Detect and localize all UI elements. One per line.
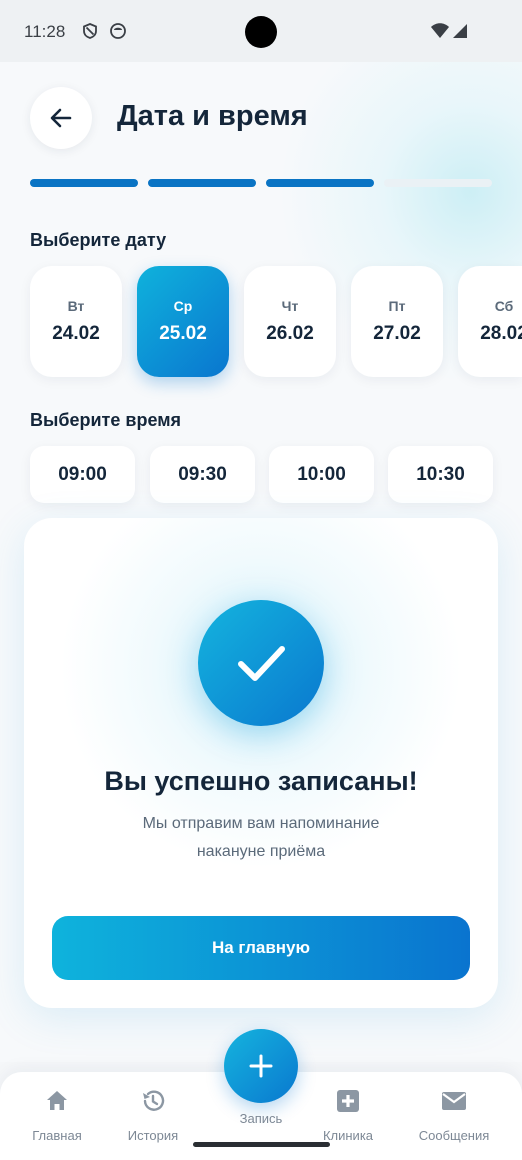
time-section-label: Выберите время [30, 410, 182, 430]
page-title: Дата и время [117, 100, 308, 132]
date-value: 27.02 [373, 323, 421, 344]
date-value: 24.02 [52, 323, 100, 344]
progress-step [148, 179, 256, 187]
progress-step [384, 179, 492, 187]
success-subtitle: накануне приёма [196, 843, 326, 860]
history-icon [143, 1090, 165, 1111]
success-title: Вы успешно записаны! [104, 766, 418, 796]
date-card[interactable]: Чт 26.02 [244, 266, 336, 377]
arrow-left-icon [50, 108, 72, 128]
date-day-of-week: Сб [494, 298, 514, 314]
back-button[interactable] [30, 87, 92, 149]
date-card[interactable]: Вт 24.02 [30, 266, 122, 377]
mail-icon [442, 1092, 466, 1110]
date-day-of-week: Ср [173, 298, 193, 314]
time-slot[interactable]: 10:00 [269, 446, 374, 503]
date-day-of-week: Пт [388, 298, 406, 314]
date-card-selected[interactable]: Ср 25.02 [137, 266, 229, 377]
checkmark-icon [238, 646, 285, 681]
nav-item-messages[interactable]: Сообщения [409, 1088, 499, 1143]
home-icon [47, 1091, 67, 1110]
success-badge [198, 600, 324, 726]
date-day-of-week: Вт [67, 298, 85, 314]
camera-cutout [245, 16, 277, 48]
cellular-signal-icon [453, 24, 467, 38]
nav-item-history[interactable]: История [108, 1088, 198, 1143]
nav-label-appointment: Запись [239, 1111, 283, 1126]
date-value: 25.02 [159, 323, 207, 344]
time-slot[interactable]: 09:30 [150, 446, 255, 503]
date-card[interactable]: Сб 28.02 [458, 266, 522, 377]
nav-label: Сообщения [418, 1128, 490, 1143]
date-day-of-week: Чт [281, 298, 299, 314]
time-slot[interactable]: 09:00 [30, 446, 135, 503]
status-time: 11:28 [24, 22, 66, 41]
date-card[interactable]: Пт 27.02 [351, 266, 443, 377]
shield-icon [83, 23, 97, 39]
new-appointment-button[interactable] [224, 1029, 298, 1103]
go-home-button[interactable]: На главную [52, 916, 470, 980]
progress-step [266, 179, 374, 187]
progress-step [30, 179, 138, 187]
nav-item-clinic[interactable]: Клиника [303, 1088, 393, 1143]
time-slot[interactable]: 10:30 [388, 446, 493, 503]
app-notification-icon [110, 23, 126, 39]
plus-icon [249, 1054, 273, 1078]
success-subtitle: Мы отправим вам напоминание [142, 815, 380, 832]
date-value: 28.02 [480, 323, 522, 344]
success-dialog: Вы успешно записаны! Мы отправим вам нап… [24, 518, 498, 1008]
date-section-label: Выберите дату [30, 230, 167, 250]
nav-item-home[interactable]: Главная [12, 1088, 102, 1143]
nav-label: История [127, 1128, 179, 1143]
app-screen: 11:28 Дата и время Выберите дату Вт 24.0… [0, 0, 522, 1160]
nav-label: Клиника [322, 1128, 374, 1143]
wifi-icon [431, 23, 449, 38]
nav-label: Главная [32, 1128, 82, 1143]
clinic-icon [337, 1090, 359, 1112]
step-progress [30, 179, 492, 187]
date-value: 26.02 [266, 323, 314, 344]
status-bar: 11:28 [0, 0, 522, 62]
home-indicator [193, 1142, 330, 1147]
